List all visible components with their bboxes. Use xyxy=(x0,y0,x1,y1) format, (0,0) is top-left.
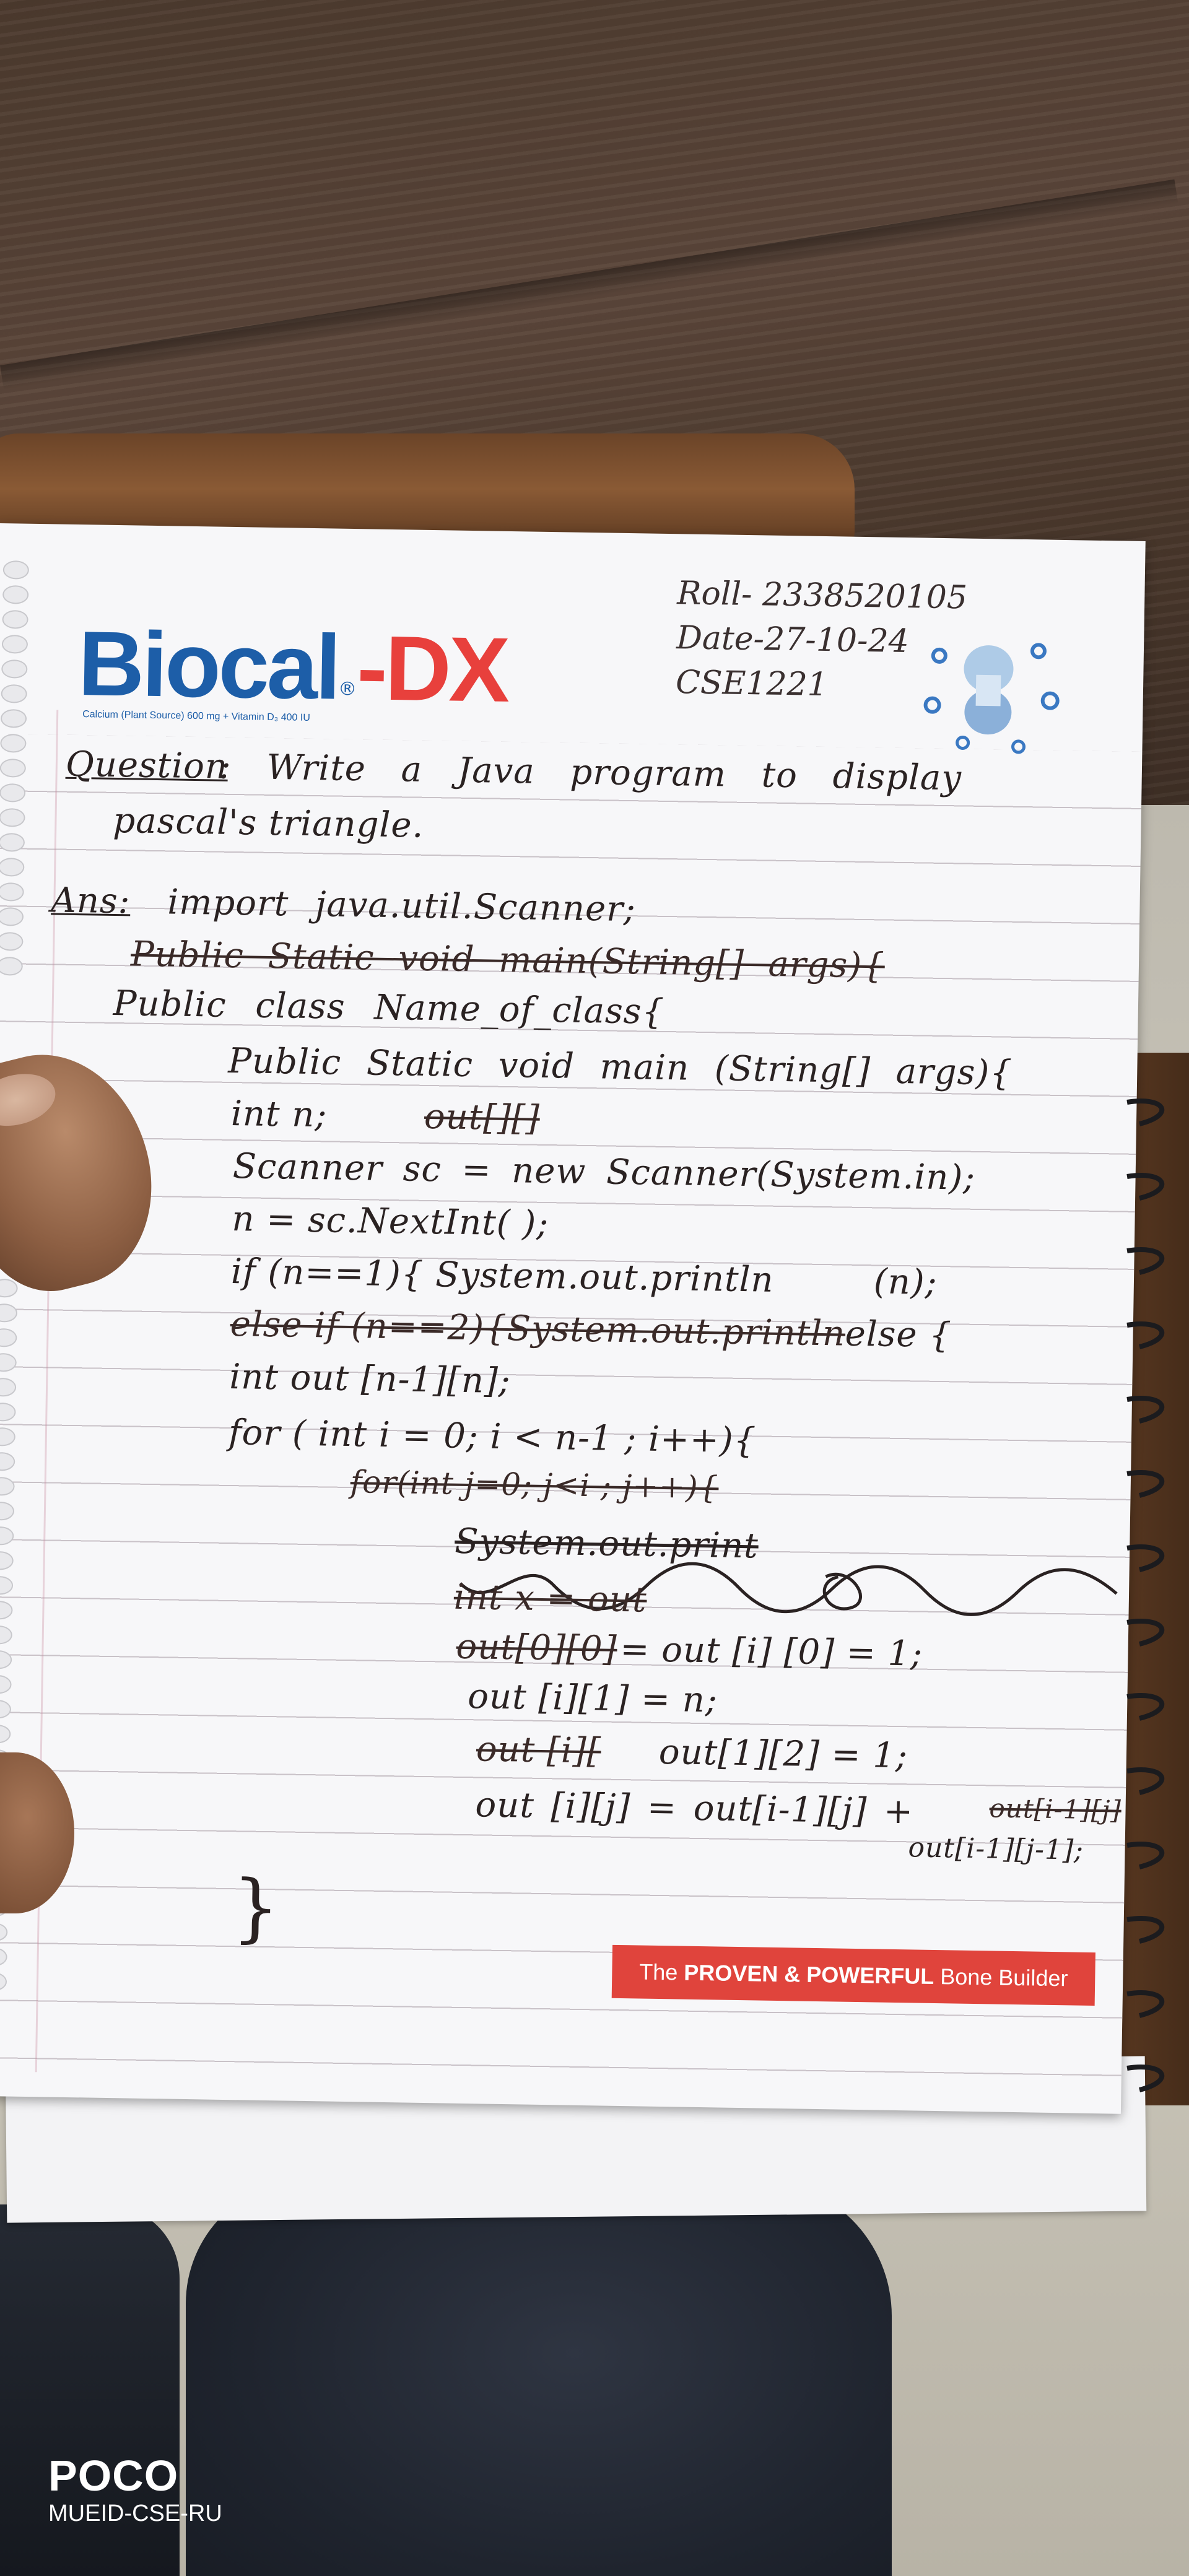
spiral-hole xyxy=(0,882,24,902)
spiral-hole xyxy=(0,1947,7,1967)
registered-mark: ® xyxy=(338,678,357,700)
code-out-ij: out [i][j] = out[i-1][j] + xyxy=(475,1785,914,1832)
spiral-binding xyxy=(1126,1099,1165,2092)
spiral-hole xyxy=(0,858,25,877)
watermark-brand: POCO xyxy=(48,2452,179,2500)
photo-scene: Biocal®-DX Calcium (Plant Source) 600 mg… xyxy=(0,0,1189,2576)
spiral-hole xyxy=(0,1427,16,1447)
logo-dash: - xyxy=(356,617,386,720)
course-code: CSE1221 xyxy=(675,664,829,704)
spiral-hole xyxy=(0,808,25,827)
spiral-hole xyxy=(0,1699,12,1719)
code-int-n-struck: out[][] xyxy=(424,1096,541,1139)
promo-banner: The PROVEN & POWERFUL Bone Builder xyxy=(611,1944,1095,2006)
spiral-hole xyxy=(0,1972,7,1991)
spiral-hole xyxy=(1,635,28,654)
spiral-hole xyxy=(0,1551,14,1570)
spiral-hole xyxy=(0,1278,18,1298)
banner-proven: PROVEN xyxy=(683,1959,778,1987)
answer-label: Ans: xyxy=(50,880,131,922)
code-if: if (n==1){ System.out.println xyxy=(230,1251,775,1300)
code-import: import java.util.Scanner; xyxy=(167,882,637,930)
logo-dx-text: DX xyxy=(384,617,508,721)
code-for-i: for ( int i = 0; i < n-1 ; i++){ xyxy=(228,1412,757,1461)
camera-watermark: POCO MUEID-CSE-RU xyxy=(48,2452,222,2528)
code-if-end: (n); xyxy=(873,1261,938,1303)
spiral-hole xyxy=(0,833,25,852)
thumbnail xyxy=(0,1066,61,1134)
spiral-hole xyxy=(0,1476,15,1496)
code-out-12: out[1][2] = 1; xyxy=(658,1731,908,1777)
roll-number: Roll- 2338520105 xyxy=(676,575,968,617)
banner-powerful: POWERFUL xyxy=(806,1961,934,1989)
spiral-hole xyxy=(2,585,29,604)
spiral-hole xyxy=(0,1650,12,1669)
header-note: Roll- 2338520105 Date-27-10-24 CSE1221 xyxy=(676,571,1049,710)
code-out-ij-struck: out[i-1][j] xyxy=(989,1793,1122,1825)
spiral-hole xyxy=(0,1575,14,1595)
code-out00-struck: out[0][0] xyxy=(456,1626,618,1669)
spiral-hole xyxy=(0,1328,17,1347)
jeans-lap xyxy=(186,2180,892,2576)
spiral-hole xyxy=(0,932,24,951)
spiral-hole xyxy=(0,1352,17,1372)
code-out-ij-2: out[i-1][j-1]; xyxy=(908,1832,1084,1866)
spiral-hole xyxy=(0,1377,17,1397)
banner-bone-builder: Bone Builder xyxy=(939,1964,1068,1991)
closing-brace: } xyxy=(231,1865,281,1952)
spiral-hole xyxy=(2,560,30,580)
question-label: Question xyxy=(65,744,229,787)
spiral-hole xyxy=(0,1526,14,1546)
spiral-hole xyxy=(0,759,27,778)
notebook-page: Biocal®-DX Calcium (Plant Source) 600 mg… xyxy=(0,523,1146,2114)
code-out-decl: int out [n-1][n]; xyxy=(229,1356,512,1402)
spiral-hole xyxy=(0,957,23,976)
code-int-x-struck: int x = out xyxy=(453,1577,647,1621)
spiral-hole xyxy=(0,1724,11,1744)
code-int-n: int n; xyxy=(230,1093,328,1136)
spiral-hole xyxy=(0,907,24,926)
spiral-hole xyxy=(0,734,27,753)
code-out-i0: = out [i] [0] = 1; xyxy=(620,1629,923,1674)
code-else: else { xyxy=(845,1313,952,1356)
spiral-hole xyxy=(0,1674,12,1694)
question-text-2: pascal's triangle. xyxy=(112,800,424,846)
code-for-j-struck: for(int j=0; j<i ; j++){ xyxy=(350,1464,719,1506)
spiral-hole xyxy=(0,1303,18,1323)
banner-amp: & xyxy=(784,1961,801,1987)
spiral-hole xyxy=(0,1402,16,1422)
spiral-hole xyxy=(0,1501,15,1521)
spiral-hole xyxy=(0,1625,13,1645)
spiral-hole xyxy=(0,1451,15,1471)
watermark-sub: MUEID-CSE-RU xyxy=(48,2500,222,2526)
logo-bio-text: Biocal xyxy=(77,612,339,719)
spiral-hole xyxy=(0,709,27,728)
date: Date-27-10-24 xyxy=(676,619,910,661)
spiral-hole xyxy=(0,1600,13,1620)
spiral-hole xyxy=(0,1922,8,1942)
spiral-hole xyxy=(1,684,27,703)
banner-the: The xyxy=(638,1959,678,1985)
code-out-i1: out [i][1] = n; xyxy=(467,1676,718,1721)
code-out-struck-2: out [i][ xyxy=(476,1729,602,1772)
spiral-hole xyxy=(0,783,26,803)
biocal-dx-logo: Biocal®-DX Calcium (Plant Source) 600 mg… xyxy=(77,612,508,736)
code-read: n = sc.NextInt( ); xyxy=(231,1199,549,1245)
spiral-hole xyxy=(1,659,28,679)
spiral-hole xyxy=(2,610,28,629)
